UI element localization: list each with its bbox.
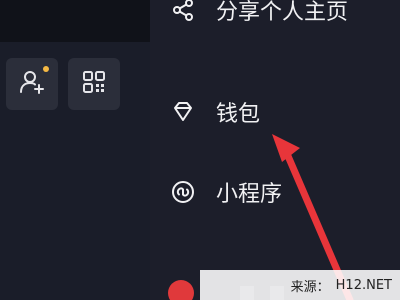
mini-program-icon <box>170 179 196 205</box>
add-friend-button[interactable] <box>6 58 58 110</box>
qr-code-icon <box>80 68 108 100</box>
menu-item-label: 小程序 <box>216 182 283 207</box>
share-icon <box>170 0 196 23</box>
wallet-icon <box>170 99 196 125</box>
watermark: 来源： H12.NET <box>200 270 400 300</box>
watermark-label: 来源： <box>290 279 330 295</box>
notification-dot <box>43 66 49 72</box>
side-drawer-menu: 分享个人主页 钱包 小程序 <box>150 0 400 300</box>
qr-code-button[interactable] <box>68 58 120 110</box>
screen: 分享个人主页 钱包 小程序 来源： H12.NET <box>0 0 400 300</box>
add-friend-icon <box>18 68 46 100</box>
menu-item-label: 分享个人主页 <box>216 0 349 25</box>
profile-header <box>0 0 150 42</box>
watermark-site: H12.NET <box>335 277 392 293</box>
app-badge-icon <box>168 280 194 300</box>
menu-item-mini-program[interactable]: 小程序 <box>170 172 282 212</box>
menu-item-wallet[interactable]: 钱包 <box>170 92 260 132</box>
menu-item-share-profile[interactable]: 分享个人主页 <box>170 0 348 30</box>
profile-panel <box>0 0 150 300</box>
menu-item-label: 钱包 <box>216 102 261 127</box>
